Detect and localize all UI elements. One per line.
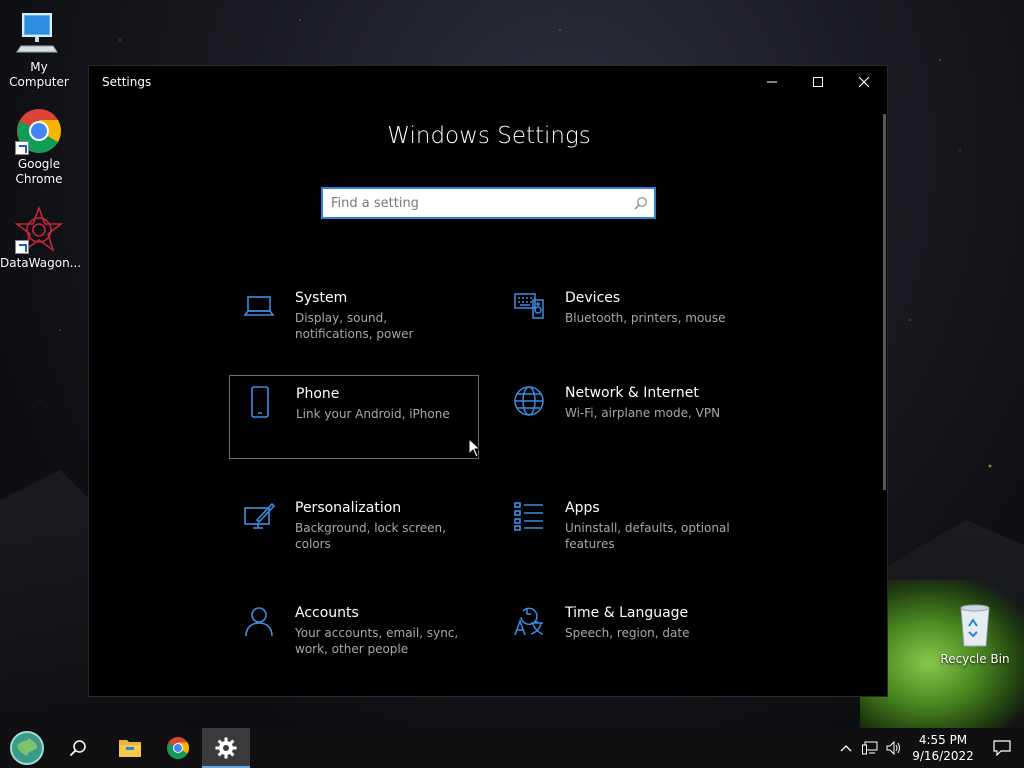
clock-time: 4:55 PM [918, 733, 968, 747]
apps-list-icon [513, 500, 545, 532]
phone-icon [244, 386, 276, 418]
laptop-icon [243, 290, 275, 322]
action-center-button[interactable] [980, 728, 1024, 768]
window-title: Settings [102, 75, 152, 89]
tile-name: Accounts [295, 605, 359, 621]
taskbar-settings[interactable] [202, 728, 250, 768]
tile-description: Wi-Fi, airplane mode, VPN [565, 406, 721, 420]
start-button[interactable] [0, 728, 54, 768]
taskbar-clock[interactable]: 4:55 PM 9/16/2022 [906, 732, 980, 764]
volume-tray-button[interactable] [882, 728, 906, 768]
desktop-icon-label: My Computer [9, 60, 69, 89]
tile-personalization[interactable]: Personalization Background, lock screen,… [229, 490, 479, 574]
desktop-icon-label: DataWagon... [0, 256, 82, 270]
taskbar: 4:55 PM 9/16/2022 [0, 728, 1024, 768]
vertical-scrollbar[interactable] [883, 114, 886, 490]
desktop-icon-recycle-bin[interactable]: Recycle Bin [936, 602, 1014, 667]
tile-description: Uninstall, defaults, optional features [565, 521, 730, 551]
taskbar-file-explorer[interactable] [106, 728, 154, 768]
desktop-icon-datawagon[interactable]: DataWagon... [0, 205, 82, 271]
mouse-cursor-icon [468, 438, 482, 458]
chrome-icon [15, 107, 63, 155]
close-icon [858, 76, 870, 88]
tile-devices[interactable]: Devices Bluetooth, printers, mouse [499, 280, 749, 364]
tile-description: Speech, region, date [565, 626, 690, 640]
volume-icon [886, 741, 900, 755]
tile-description: Link your Android, iPhone [296, 407, 450, 421]
search-box[interactable] [321, 187, 656, 219]
monitor-icon [15, 10, 63, 58]
tile-time-language[interactable]: Time & Language Speech, region, date [499, 595, 749, 679]
tile-system[interactable]: System Display, sound, notifications, po… [229, 280, 479, 364]
tile-description: Display, sound, notifications, power [295, 311, 414, 341]
system-tray: 4:55 PM 9/16/2022 [834, 728, 1024, 768]
file-explorer-icon [119, 740, 141, 757]
shortcut-arrow-icon [15, 240, 29, 254]
search-icon[interactable] [628, 196, 654, 210]
minimize-icon [767, 81, 777, 83]
tile-name: Time & Language [565, 605, 689, 621]
network-icon [862, 741, 878, 755]
tile-name: Network & Internet [565, 385, 699, 401]
shortcut-arrow-icon [15, 141, 29, 155]
time-language-icon [513, 605, 545, 637]
tile-name: Personalization [295, 500, 402, 516]
maximize-icon [813, 77, 823, 87]
desktop-icon-google-chrome[interactable]: Google Chrome [0, 107, 78, 187]
tile-phone[interactable]: Phone Link your Android, iPhone [229, 375, 479, 459]
notification-icon [993, 740, 1011, 756]
person-icon [243, 605, 275, 637]
settings-gear-icon [215, 737, 237, 759]
tile-name: Devices [565, 290, 621, 306]
devices-icon [513, 290, 545, 322]
tile-network-internet[interactable]: Network & Internet Wi-Fi, airplane mode,… [499, 375, 749, 459]
desktop-icon-my-computer[interactable]: My Computer [0, 10, 78, 90]
tile-name: Phone [296, 386, 340, 402]
maximize-button[interactable] [795, 66, 841, 98]
recycle-bin-icon [951, 602, 999, 650]
minimize-button[interactable] [749, 66, 795, 98]
start-icon [10, 731, 44, 765]
window-titlebar[interactable]: Settings [89, 66, 887, 98]
chevron-up-icon [840, 745, 852, 752]
search-input[interactable] [323, 189, 628, 217]
desktop-icon-label: Google Chrome [15, 157, 63, 186]
tile-name: System [295, 290, 348, 306]
show-hidden-icons-button[interactable] [834, 728, 858, 768]
datawagon-icon [14, 205, 64, 254]
clock-date: 9/16/2022 [912, 749, 974, 763]
desktop-icon-label: Recycle Bin [940, 652, 1010, 666]
personalization-icon [243, 500, 276, 532]
tile-description: Background, lock screen, colors [295, 521, 446, 551]
taskbar-search-button[interactable] [54, 728, 102, 768]
page-title: Windows Settings [387, 123, 591, 149]
tile-description: Your accounts, email, sync, work, other … [295, 626, 459, 656]
taskbar-chrome[interactable] [154, 728, 202, 768]
search-icon [69, 740, 86, 757]
settings-window: Settings Windows Settings System Display… [88, 65, 888, 697]
tile-name: Apps [565, 500, 600, 516]
network-tray-button[interactable] [858, 728, 882, 768]
tile-accounts[interactable]: Accounts Your accounts, email, sync, wor… [229, 595, 479, 679]
chrome-icon [167, 737, 189, 759]
close-button[interactable] [841, 66, 887, 98]
globe-icon [513, 385, 545, 417]
tile-apps[interactable]: Apps Uninstall, defaults, optional featu… [499, 490, 749, 574]
tile-description: Bluetooth, printers, mouse [565, 311, 726, 325]
